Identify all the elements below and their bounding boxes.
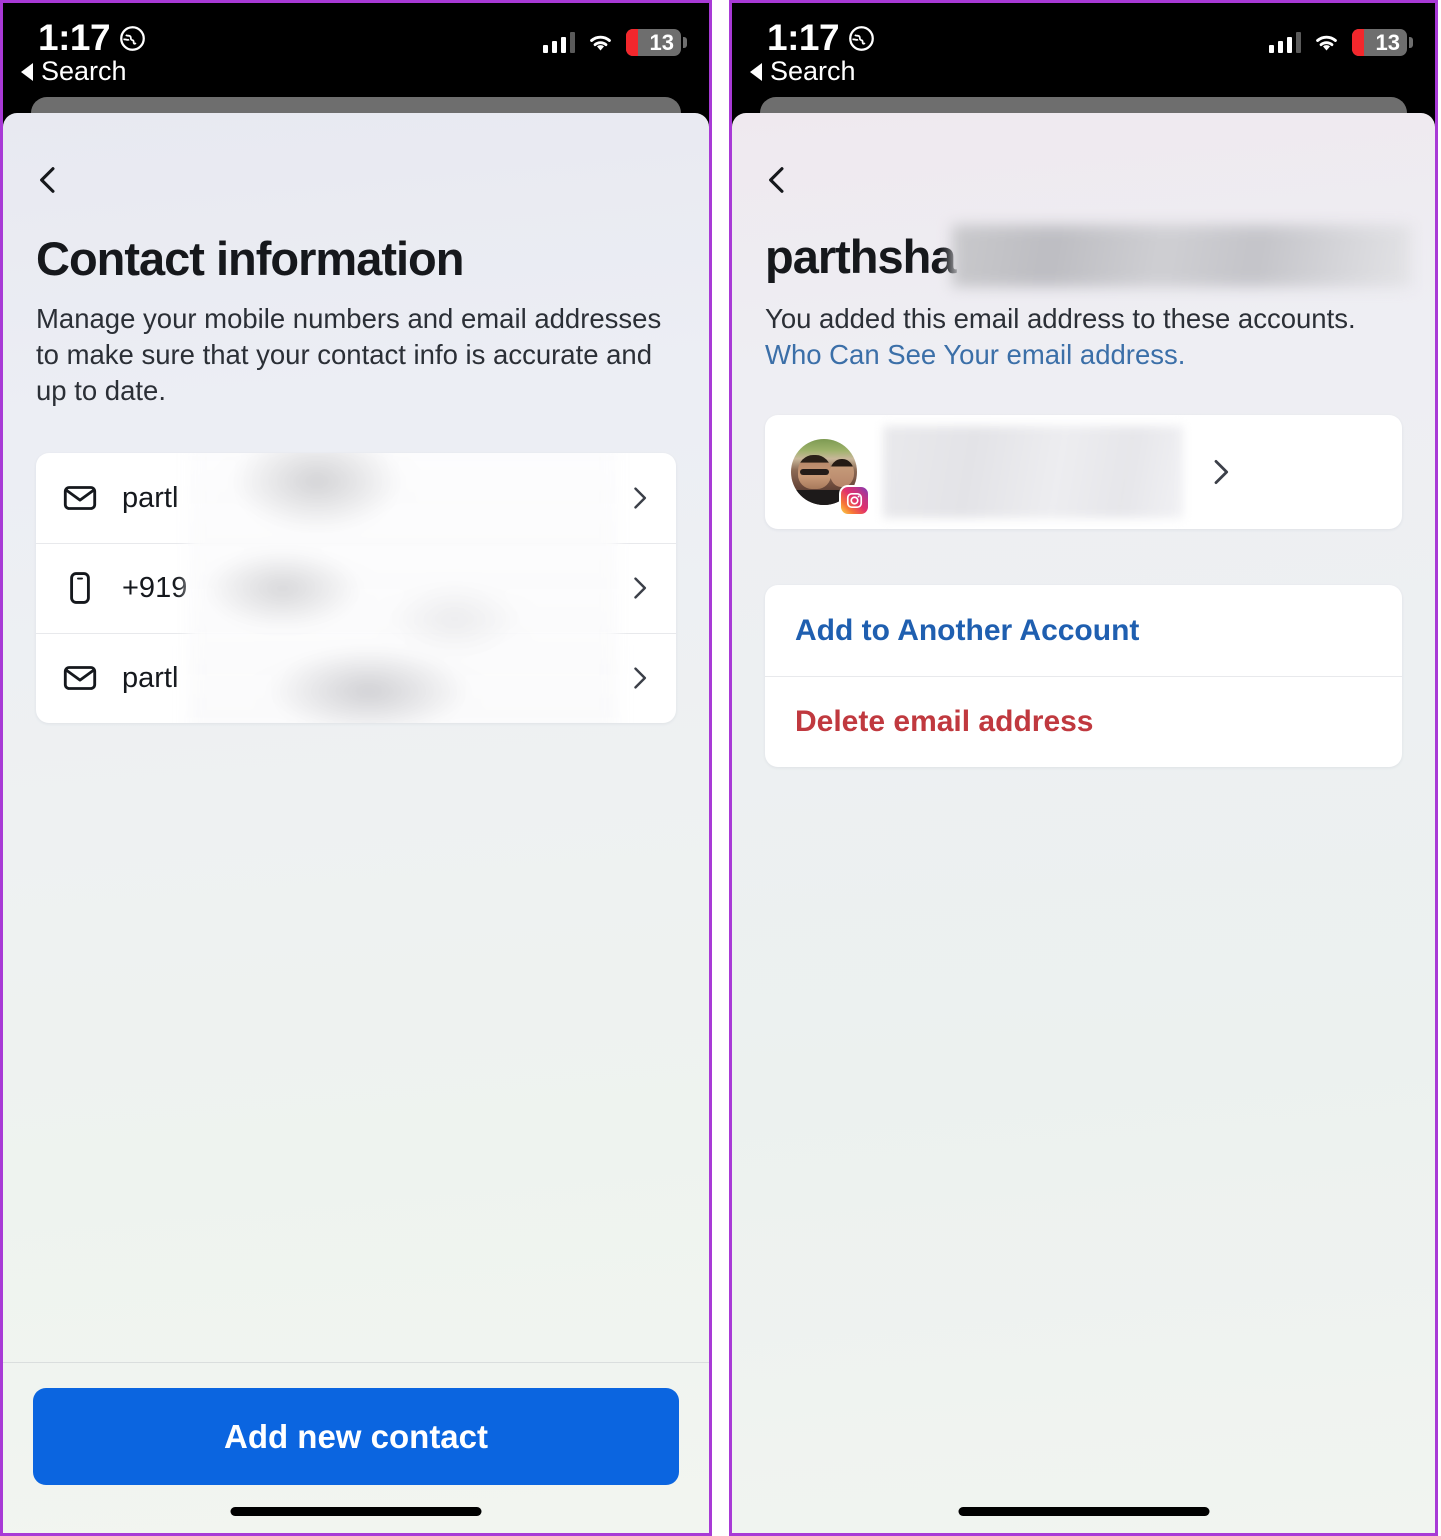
linked-account-row[interactable]: [765, 415, 1402, 529]
page-title-left: Contact information: [36, 232, 464, 285]
battery-indicator-left: 13: [626, 29, 687, 56]
status-back-to-search-left[interactable]: Search: [21, 56, 127, 87]
cellular-signal-icon: [542, 32, 575, 53]
battery-indicator-right: 13: [1352, 29, 1413, 56]
contact-list-card: partl +919 partl: [36, 453, 676, 723]
status-indicators-left: 13: [542, 29, 687, 56]
contact-information-sheet: Contact information Manage your mobile n…: [3, 113, 709, 1533]
add-new-contact-button[interactable]: Add new contact: [33, 1388, 679, 1485]
status-back-label-right: Search: [770, 56, 856, 86]
battery-percent-left: 13: [649, 29, 674, 55]
home-indicator-right: [958, 1507, 1209, 1516]
status-bar-left: 1:17 13 Search: [3, 3, 709, 100]
status-bar-right: 1:17 13 Search: [732, 3, 1435, 100]
back-button-left[interactable]: [31, 163, 65, 197]
clock-label-left: 1:17: [38, 17, 111, 58]
who-can-see-link[interactable]: Who Can See Your email address.: [765, 339, 1185, 370]
back-triangle-icon: [21, 62, 33, 81]
contact-row-phone[interactable]: +919: [36, 543, 676, 633]
chevron-right-icon: [624, 484, 654, 512]
email-detail-sheet: parthsha You added this email address to…: [732, 113, 1435, 1533]
home-indicator-left: [230, 1507, 482, 1516]
envelope-icon: [62, 660, 104, 696]
add-to-another-account-button[interactable]: Add to Another Account: [765, 585, 1402, 676]
title-redaction-bar: [951, 225, 1411, 287]
contact-row-email-2[interactable]: partl: [36, 633, 676, 723]
contact-row-email-1[interactable]: partl: [36, 453, 676, 543]
left-phone-panel: 1:17 13 Search Contact information Manag…: [0, 0, 712, 1536]
page-description-right: You added this email address to these ac…: [765, 301, 1401, 373]
status-time-left: 1:17: [38, 17, 146, 59]
globe-icon: [849, 25, 874, 51]
back-triangle-icon: [750, 62, 762, 81]
chevron-right-icon: [624, 664, 654, 692]
page-title-right: parthsha: [765, 225, 1411, 287]
status-back-to-search-right[interactable]: Search: [750, 56, 856, 87]
delete-email-address-button[interactable]: Delete email address: [765, 676, 1402, 767]
email-title-text: parthsha: [765, 229, 956, 283]
battery-percent-right: 13: [1375, 29, 1400, 55]
right-phone-panel: 1:17 13 Search parthsha You added this e…: [729, 0, 1438, 1536]
contact-label-email-2: partl: [122, 661, 179, 694]
panel-gap: [712, 0, 729, 1536]
globe-icon: [120, 25, 145, 51]
chevron-right-icon: [1203, 456, 1237, 488]
clock-label-right: 1:17: [767, 17, 840, 58]
wifi-icon: [590, 35, 611, 51]
wifi-icon: [1316, 35, 1337, 51]
dual-screenshot-stage: 1:17 13 Search Contact information Manag…: [0, 0, 1441, 1536]
contact-label-phone: +919: [122, 571, 188, 604]
email-actions-card: Add to Another Account Delete email addr…: [765, 585, 1402, 767]
instagram-icon: [839, 485, 870, 516]
status-back-label-left: Search: [41, 56, 127, 86]
description-plain-text: You added this email address to these ac…: [765, 303, 1356, 334]
status-time-right: 1:17: [767, 17, 875, 59]
page-subtitle-left: Manage your mobile numbers and email add…: [36, 303, 662, 407]
back-button-right[interactable]: [760, 163, 794, 197]
cellular-signal-icon: [1268, 32, 1301, 53]
cta-divider: [3, 1362, 709, 1363]
mobile-phone-icon: [62, 570, 104, 606]
status-indicators-right: 13: [1268, 29, 1413, 56]
contact-label-email-1: partl: [122, 481, 179, 514]
account-name-redaction: [883, 426, 1183, 518]
envelope-icon: [62, 480, 104, 516]
chevron-right-icon: [624, 574, 654, 602]
